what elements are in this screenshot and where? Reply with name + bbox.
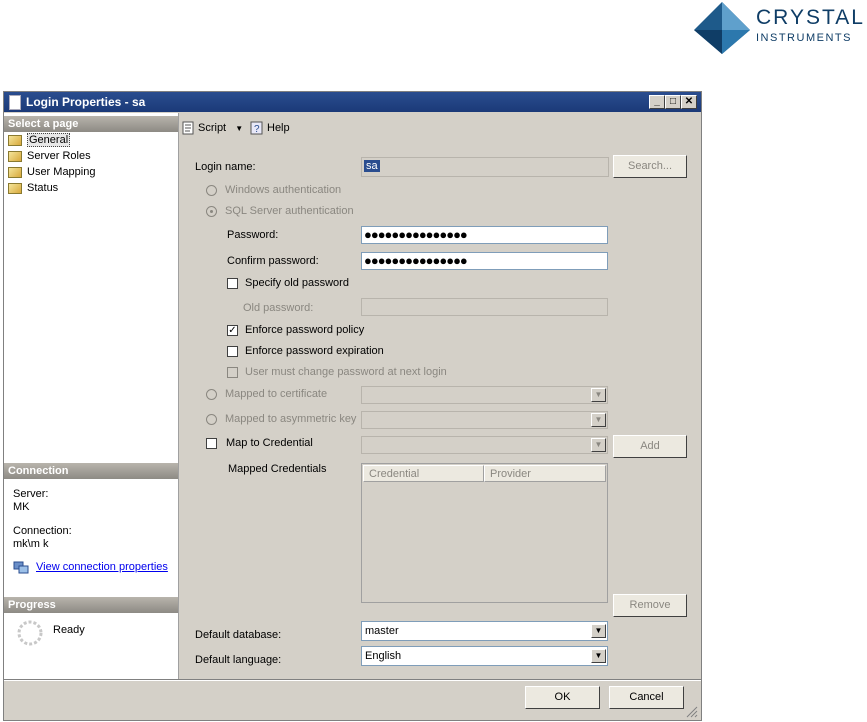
enforce-expiration-label: Enforce password expiration — [245, 345, 384, 357]
page-item-server-roles[interactable]: Server Roles — [8, 149, 91, 164]
map-credential-label: Map to Credential — [226, 437, 313, 449]
password-input[interactable]: ●●●●●●●●●●●●●●● — [361, 226, 608, 244]
cancel-button[interactable]: Cancel — [609, 686, 684, 709]
page-item-user-mapping[interactable]: User Mapping — [8, 165, 95, 180]
help-icon: ? — [250, 121, 264, 135]
svg-text:?: ? — [254, 124, 260, 135]
sql-auth-label: SQL Server authentication — [225, 205, 354, 217]
default-database-label: Default database: — [195, 629, 282, 641]
page-icon — [8, 182, 22, 194]
chevron-down-icon: ▼ — [591, 438, 606, 452]
logo-diamond-icon — [694, 2, 750, 54]
page-icon — [8, 150, 22, 162]
script-button[interactable]: Script ▼ — [181, 120, 243, 136]
connection-header: Connection — [4, 463, 178, 479]
default-database-select[interactable]: master ▼ — [361, 621, 608, 641]
connection-label: Connection: — [13, 525, 72, 537]
maximize-button[interactable]: □ — [665, 95, 681, 109]
login-name-field[interactable]: sa — [361, 157, 609, 177]
mapped-credentials-grid[interactable]: Credential Provider — [361, 463, 608, 603]
confirm-password-label: Confirm password: — [227, 255, 319, 267]
column-header-credential[interactable]: Credential — [363, 465, 484, 482]
search-button[interactable]: Search... — [613, 155, 687, 178]
help-button[interactable]: ? Help — [250, 120, 290, 136]
select-page-header: Select a page — [4, 116, 178, 132]
password-label: Password: — [227, 229, 279, 241]
script-dropdown-icon[interactable]: ▼ — [235, 124, 243, 133]
map-credential-checkbox[interactable] — [206, 438, 217, 449]
remove-button[interactable]: Remove — [613, 594, 687, 617]
progress-header: Progress — [4, 597, 178, 613]
login-name-label: Login name: — [195, 161, 256, 173]
page-label: Status — [27, 182, 59, 194]
mapped-asym-label: Mapped to asymmetric key — [225, 413, 357, 425]
server-value: MK — [13, 501, 30, 513]
default-database-value: master — [365, 625, 399, 637]
logo-text-main: CRYSTAL — [756, 6, 865, 29]
help-label: Help — [267, 122, 290, 134]
mapped-cert-radio[interactable] — [206, 389, 217, 400]
progress-spinner-icon — [16, 619, 44, 647]
must-change-label: User must change password at next login — [245, 366, 447, 378]
specify-old-password-checkbox[interactable] — [227, 278, 238, 289]
chevron-down-icon[interactable]: ▼ — [591, 624, 606, 638]
column-header-provider[interactable]: Provider — [484, 465, 606, 482]
crystal-instruments-logo: CRYSTAL INSTRUMENTS — [692, 0, 867, 56]
page-item-status[interactable]: Status — [8, 181, 58, 196]
window-title: Login Properties - sa — [26, 95, 146, 109]
server-label: Server: — [13, 488, 49, 500]
progress-status: Ready — [53, 624, 85, 636]
default-language-select[interactable]: English ▼ — [361, 646, 608, 666]
close-button[interactable]: ✕ — [681, 95, 697, 109]
mapped-asym-radio[interactable] — [206, 414, 217, 425]
page-item-general[interactable]: General — [8, 133, 71, 148]
title-bar: Login Properties - sa _ □ ✕ — [4, 92, 701, 112]
enforce-policy-checkbox[interactable]: ✓ — [227, 325, 238, 336]
page-label: Server Roles — [27, 150, 91, 162]
certificate-select[interactable]: ▼ — [361, 386, 608, 404]
page-icon — [8, 166, 22, 178]
window-icon — [9, 95, 21, 110]
enforce-policy-label: Enforce password policy — [245, 324, 365, 336]
connection-properties-icon — [13, 561, 29, 574]
asymmetric-key-select[interactable]: ▼ — [361, 411, 608, 429]
page-label: User Mapping — [27, 166, 96, 178]
chevron-down-icon: ▼ — [591, 413, 606, 427]
chevron-down-icon[interactable]: ▼ — [591, 649, 606, 663]
script-icon — [181, 121, 195, 135]
windows-auth-label: Windows authentication — [225, 184, 342, 196]
default-language-value: English — [365, 650, 402, 662]
left-pane: Select a page General Server Roles User … — [4, 113, 179, 679]
enforce-expiration-checkbox[interactable] — [227, 346, 238, 357]
chevron-down-icon: ▼ — [591, 388, 606, 402]
mapped-cert-label: Mapped to certificate — [225, 388, 328, 400]
ok-button[interactable]: OK — [525, 686, 600, 709]
old-password-input[interactable] — [361, 298, 608, 316]
view-connection-properties-link[interactable]: View connection properties — [36, 561, 168, 573]
resize-grip-icon[interactable] — [686, 706, 698, 718]
page-icon — [8, 134, 22, 146]
script-label: Script — [198, 122, 227, 134]
add-button[interactable]: Add — [613, 435, 687, 458]
mapped-credentials-label: Mapped Credentials — [228, 463, 327, 475]
footer-divider-highlight — [4, 680, 701, 681]
credential-select[interactable]: ▼ — [361, 436, 608, 454]
confirm-password-input[interactable]: ●●●●●●●●●●●●●●● — [361, 252, 608, 270]
windows-auth-radio[interactable] — [206, 185, 217, 196]
page-label: General — [27, 133, 71, 147]
connection-value: mk\m k — [13, 538, 49, 550]
specify-old-password-label: Specify old password — [245, 277, 349, 289]
logo-text-sub: INSTRUMENTS — [756, 32, 852, 44]
minimize-button[interactable]: _ — [649, 95, 665, 109]
must-change-checkbox[interactable] — [227, 367, 238, 378]
login-properties-dialog: Login Properties - sa _ □ ✕ Select a pag… — [3, 91, 702, 721]
old-password-label: Old password: — [243, 302, 314, 314]
login-name-value: sa — [364, 160, 380, 172]
sql-auth-radio[interactable] — [206, 206, 217, 217]
default-language-label: Default language: — [195, 654, 282, 666]
